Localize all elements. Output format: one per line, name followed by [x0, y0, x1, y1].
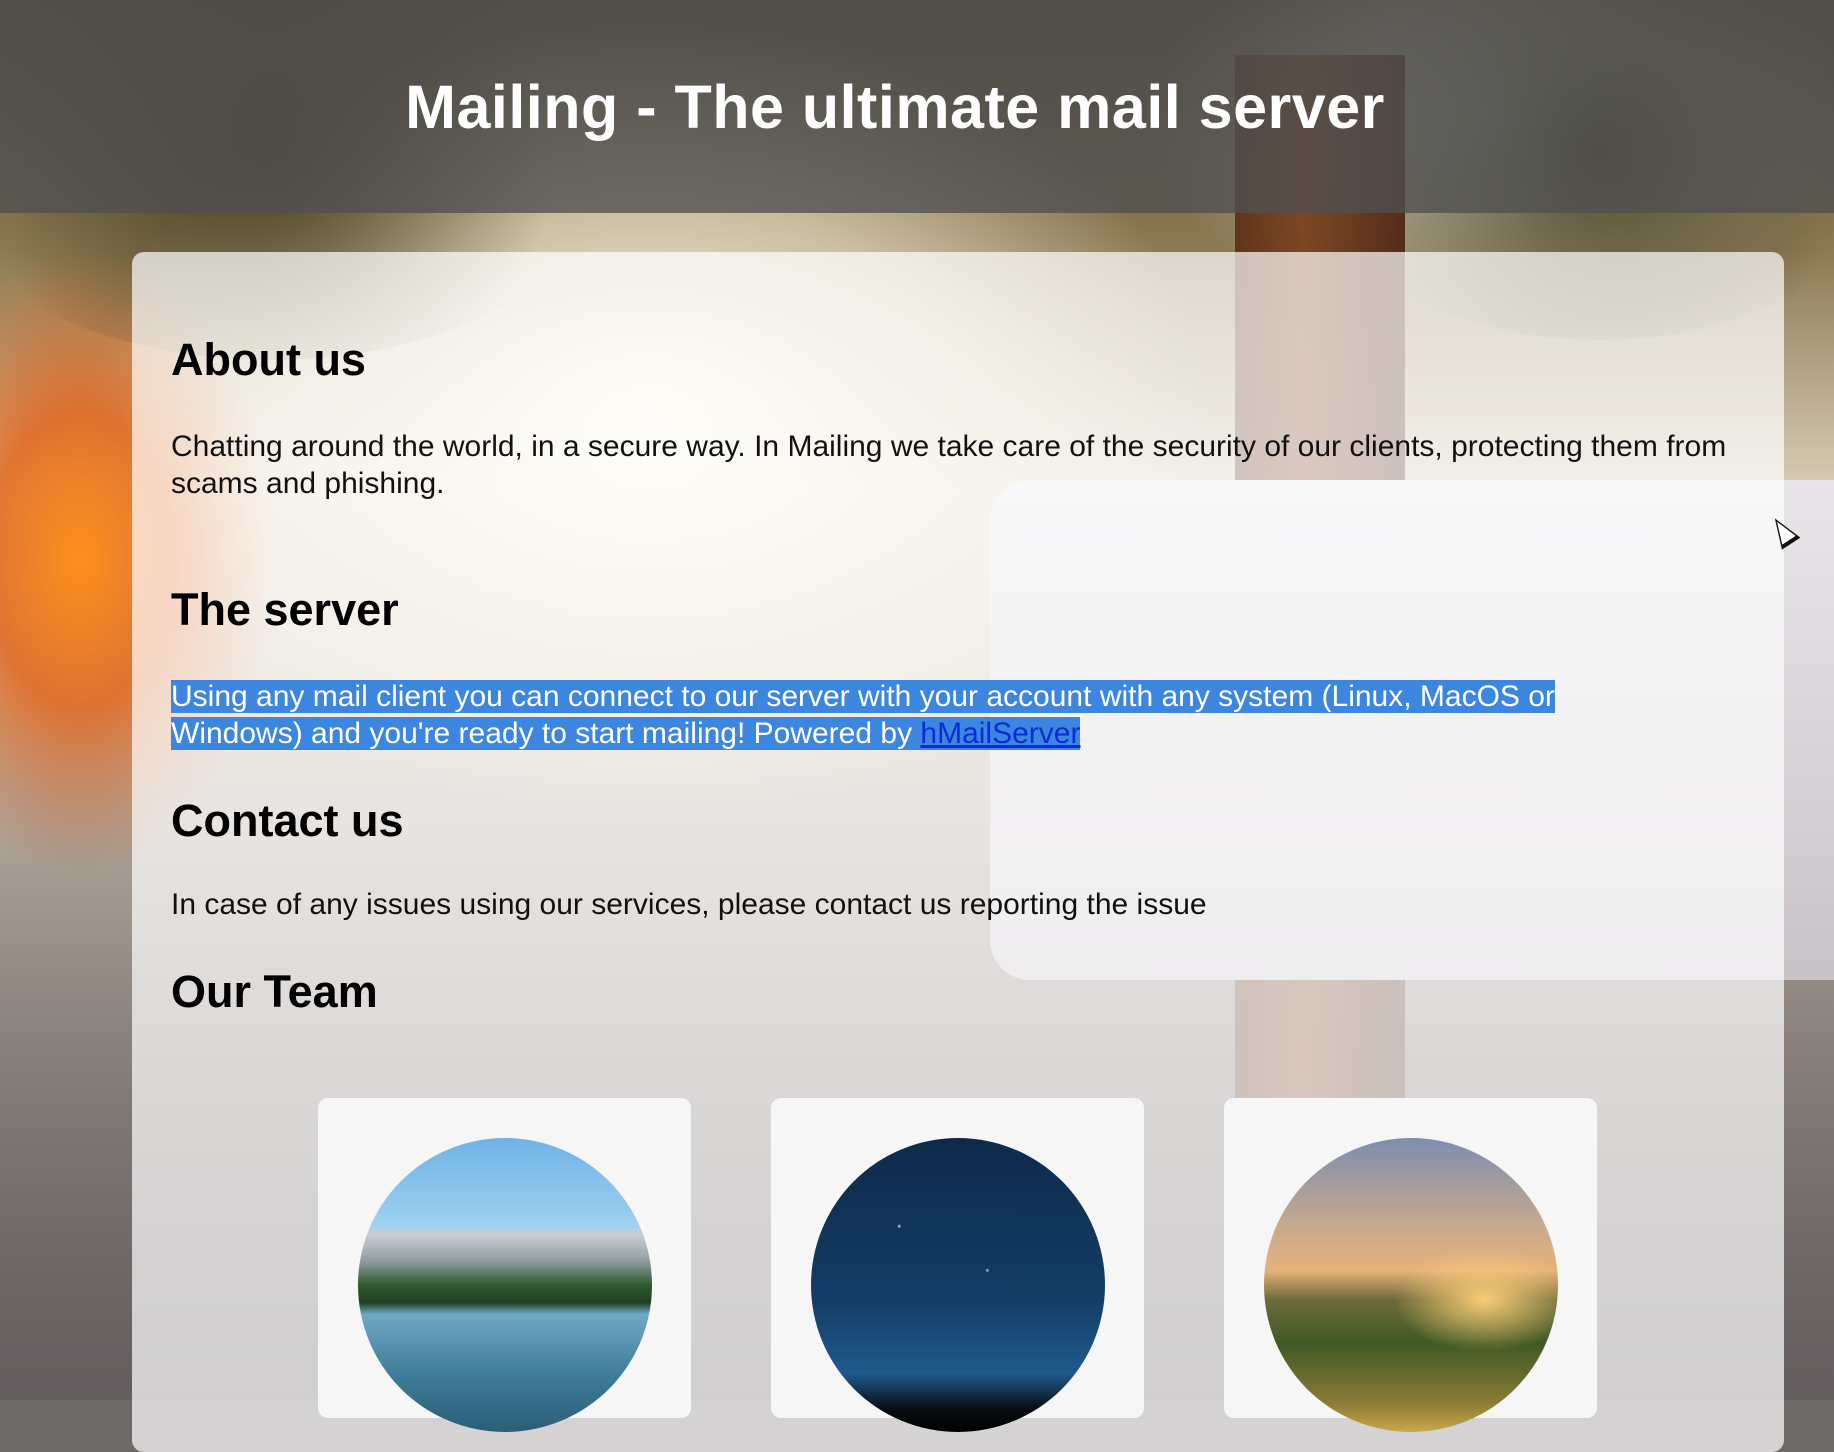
mountain-lake-avatar-icon — [358, 1138, 652, 1432]
page-header: Mailing - The ultimate mail server — [0, 0, 1834, 213]
selected-text: Using any mail client you can connect to… — [171, 680, 1555, 750]
server-heading: The server — [171, 584, 399, 635]
team-heading: Our Team — [171, 966, 378, 1017]
hmailserver-link[interactable]: hMailServer — [920, 717, 1080, 750]
starry-sky-avatar-icon — [811, 1138, 1105, 1432]
team-member-card — [771, 1098, 1144, 1432]
sunset-hills-avatar-icon — [1264, 1138, 1558, 1432]
server-text: Using any mail client you can connect to… — [171, 678, 1631, 752]
team-member-card — [318, 1098, 691, 1432]
team-member-card — [1224, 1098, 1597, 1432]
page-title: Mailing - The ultimate mail server — [405, 72, 1385, 141]
about-heading: About us — [171, 334, 366, 385]
contact-text: In case of any issues using our services… — [171, 888, 1207, 921]
contact-heading: Contact us — [171, 795, 404, 846]
about-text: Chatting around the world, in a secure w… — [171, 430, 1727, 500]
server-text-body: Using any mail client you can connect to… — [171, 680, 1555, 750]
